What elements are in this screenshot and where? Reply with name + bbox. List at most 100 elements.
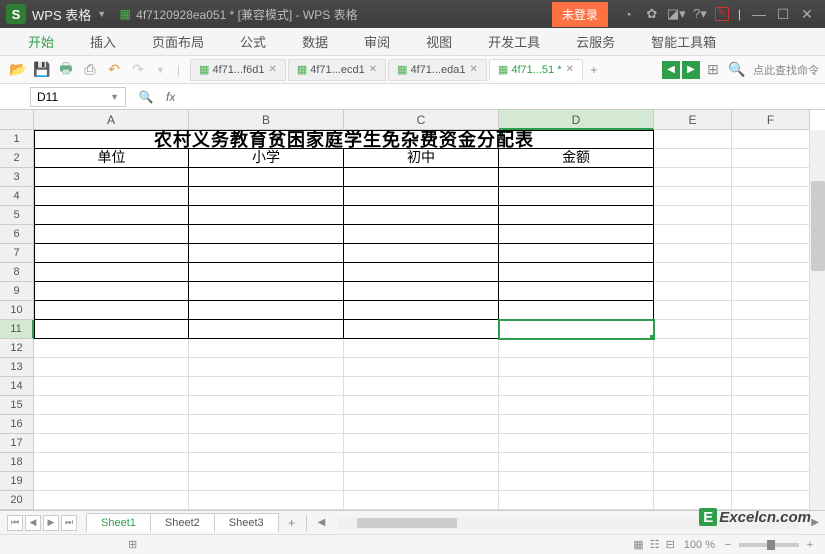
cell[interactable] bbox=[34, 491, 189, 510]
cell[interactable] bbox=[189, 244, 344, 263]
row-header-12[interactable]: 12 bbox=[0, 339, 34, 358]
menu-智能工具箱[interactable]: 智能工具箱 bbox=[633, 32, 734, 51]
cell[interactable] bbox=[732, 187, 810, 206]
feedback-icon[interactable]: ✎ bbox=[715, 7, 729, 21]
cell[interactable] bbox=[732, 244, 810, 263]
doc-tab[interactable]: ▦4f71...f6d1✕ bbox=[190, 59, 286, 81]
help-icon[interactable]: ?▾ bbox=[691, 6, 709, 22]
view-break-icon[interactable]: ⊟ bbox=[666, 538, 675, 551]
cell[interactable] bbox=[189, 377, 344, 396]
menu-开发工具[interactable]: 开发工具 bbox=[470, 32, 558, 51]
undo-button[interactable]: ↶ bbox=[104, 60, 124, 80]
row-header-2[interactable]: 2 bbox=[0, 149, 34, 168]
row-header-11[interactable]: 11 bbox=[0, 320, 34, 339]
menu-数据[interactable]: 数据 bbox=[284, 32, 346, 51]
row-header-20[interactable]: 20 bbox=[0, 491, 34, 510]
col-header-A[interactable]: A bbox=[34, 110, 189, 130]
preview-button[interactable]: ⎙ bbox=[80, 60, 100, 80]
sheet-tab-Sheet1[interactable]: Sheet1 bbox=[86, 513, 151, 532]
cell[interactable] bbox=[34, 472, 189, 491]
zoom-in-button[interactable]: + bbox=[803, 539, 817, 551]
row-header-19[interactable]: 19 bbox=[0, 472, 34, 491]
row-header-7[interactable]: 7 bbox=[0, 244, 34, 263]
cell[interactable]: 单位 bbox=[34, 149, 189, 168]
cell[interactable] bbox=[499, 491, 654, 510]
cell[interactable] bbox=[499, 377, 654, 396]
cell[interactable] bbox=[34, 282, 189, 301]
cell[interactable]: 小学 bbox=[189, 149, 344, 168]
print-button[interactable]: 🖶 bbox=[56, 60, 76, 80]
cell[interactable] bbox=[732, 453, 810, 472]
row-header-13[interactable]: 13 bbox=[0, 358, 34, 377]
cell[interactable] bbox=[654, 282, 732, 301]
cell[interactable] bbox=[34, 339, 189, 358]
minimize-button[interactable]: — bbox=[750, 6, 768, 22]
cell[interactable] bbox=[344, 472, 499, 491]
zoom-slider[interactable] bbox=[739, 543, 799, 547]
cell[interactable] bbox=[34, 358, 189, 377]
cell[interactable] bbox=[189, 396, 344, 415]
cell[interactable] bbox=[344, 339, 499, 358]
sheet-nav-first[interactable]: ⏮ bbox=[7, 515, 23, 531]
doc-tab[interactable]: ▦4f71...ecd1✕ bbox=[288, 59, 386, 81]
cell[interactable] bbox=[732, 206, 810, 225]
cell[interactable] bbox=[189, 453, 344, 472]
cell[interactable] bbox=[732, 282, 810, 301]
doc-tab-close-icon[interactable]: ✕ bbox=[470, 64, 478, 75]
cell[interactable] bbox=[654, 187, 732, 206]
cell[interactable] bbox=[499, 396, 654, 415]
sheet-nav-last[interactable]: ⏭ bbox=[61, 515, 77, 531]
save-button[interactable]: 💾 bbox=[32, 60, 52, 80]
cell[interactable]: 初中 bbox=[344, 149, 499, 168]
skin-icon[interactable]: ◪▾ bbox=[667, 6, 685, 22]
cell[interactable] bbox=[34, 434, 189, 453]
cell[interactable] bbox=[344, 415, 499, 434]
cell[interactable] bbox=[499, 358, 654, 377]
cell[interactable] bbox=[732, 225, 810, 244]
cell[interactable] bbox=[344, 320, 499, 339]
col-header-F[interactable]: F bbox=[732, 110, 810, 130]
cell[interactable] bbox=[654, 434, 732, 453]
fx-label[interactable]: fx bbox=[166, 90, 175, 104]
sheet-title-cell[interactable]: 农村义务教育贫困家庭学生免杂费资金分配表 bbox=[34, 130, 654, 149]
cell[interactable] bbox=[344, 358, 499, 377]
cell[interactable] bbox=[732, 320, 810, 339]
maximize-button[interactable]: ☐ bbox=[774, 6, 792, 23]
zoom-out-button[interactable]: − bbox=[721, 539, 735, 551]
cell[interactable] bbox=[732, 149, 810, 168]
row-header-9[interactable]: 9 bbox=[0, 282, 34, 301]
cell[interactable] bbox=[654, 415, 732, 434]
cell[interactable] bbox=[34, 168, 189, 187]
cell[interactable] bbox=[499, 472, 654, 491]
menu-审阅[interactable]: 审阅 bbox=[346, 32, 408, 51]
cell[interactable] bbox=[732, 130, 810, 149]
row-header-5[interactable]: 5 bbox=[0, 206, 34, 225]
doc-tab-close-icon[interactable]: ✕ bbox=[268, 64, 276, 75]
row-header-3[interactable]: 3 bbox=[0, 168, 34, 187]
cell[interactable] bbox=[344, 244, 499, 263]
name-box[interactable]: D11 ▼ bbox=[30, 87, 126, 107]
cell[interactable] bbox=[189, 339, 344, 358]
cell[interactable] bbox=[499, 339, 654, 358]
cell[interactable] bbox=[344, 453, 499, 472]
cell[interactable] bbox=[499, 263, 654, 282]
cell[interactable] bbox=[189, 434, 344, 453]
cell[interactable] bbox=[732, 472, 810, 491]
cell[interactable] bbox=[189, 491, 344, 510]
cell[interactable] bbox=[499, 434, 654, 453]
cell[interactable] bbox=[344, 396, 499, 415]
add-sheet-button[interactable]: + bbox=[282, 516, 302, 530]
cell[interactable] bbox=[344, 187, 499, 206]
cell[interactable] bbox=[654, 396, 732, 415]
cell[interactable] bbox=[732, 339, 810, 358]
horizontal-scroll-thumb[interactable] bbox=[357, 518, 457, 528]
doc-tab[interactable]: ▦4f71...eda1✕ bbox=[388, 59, 487, 81]
app-menu-dropdown[interactable]: ▼ bbox=[97, 9, 106, 19]
cell[interactable] bbox=[344, 168, 499, 187]
cell[interactable] bbox=[499, 206, 654, 225]
cell[interactable] bbox=[732, 396, 810, 415]
cell[interactable] bbox=[654, 168, 732, 187]
row-header-18[interactable]: 18 bbox=[0, 453, 34, 472]
cell[interactable] bbox=[499, 415, 654, 434]
col-header-B[interactable]: B bbox=[189, 110, 344, 130]
